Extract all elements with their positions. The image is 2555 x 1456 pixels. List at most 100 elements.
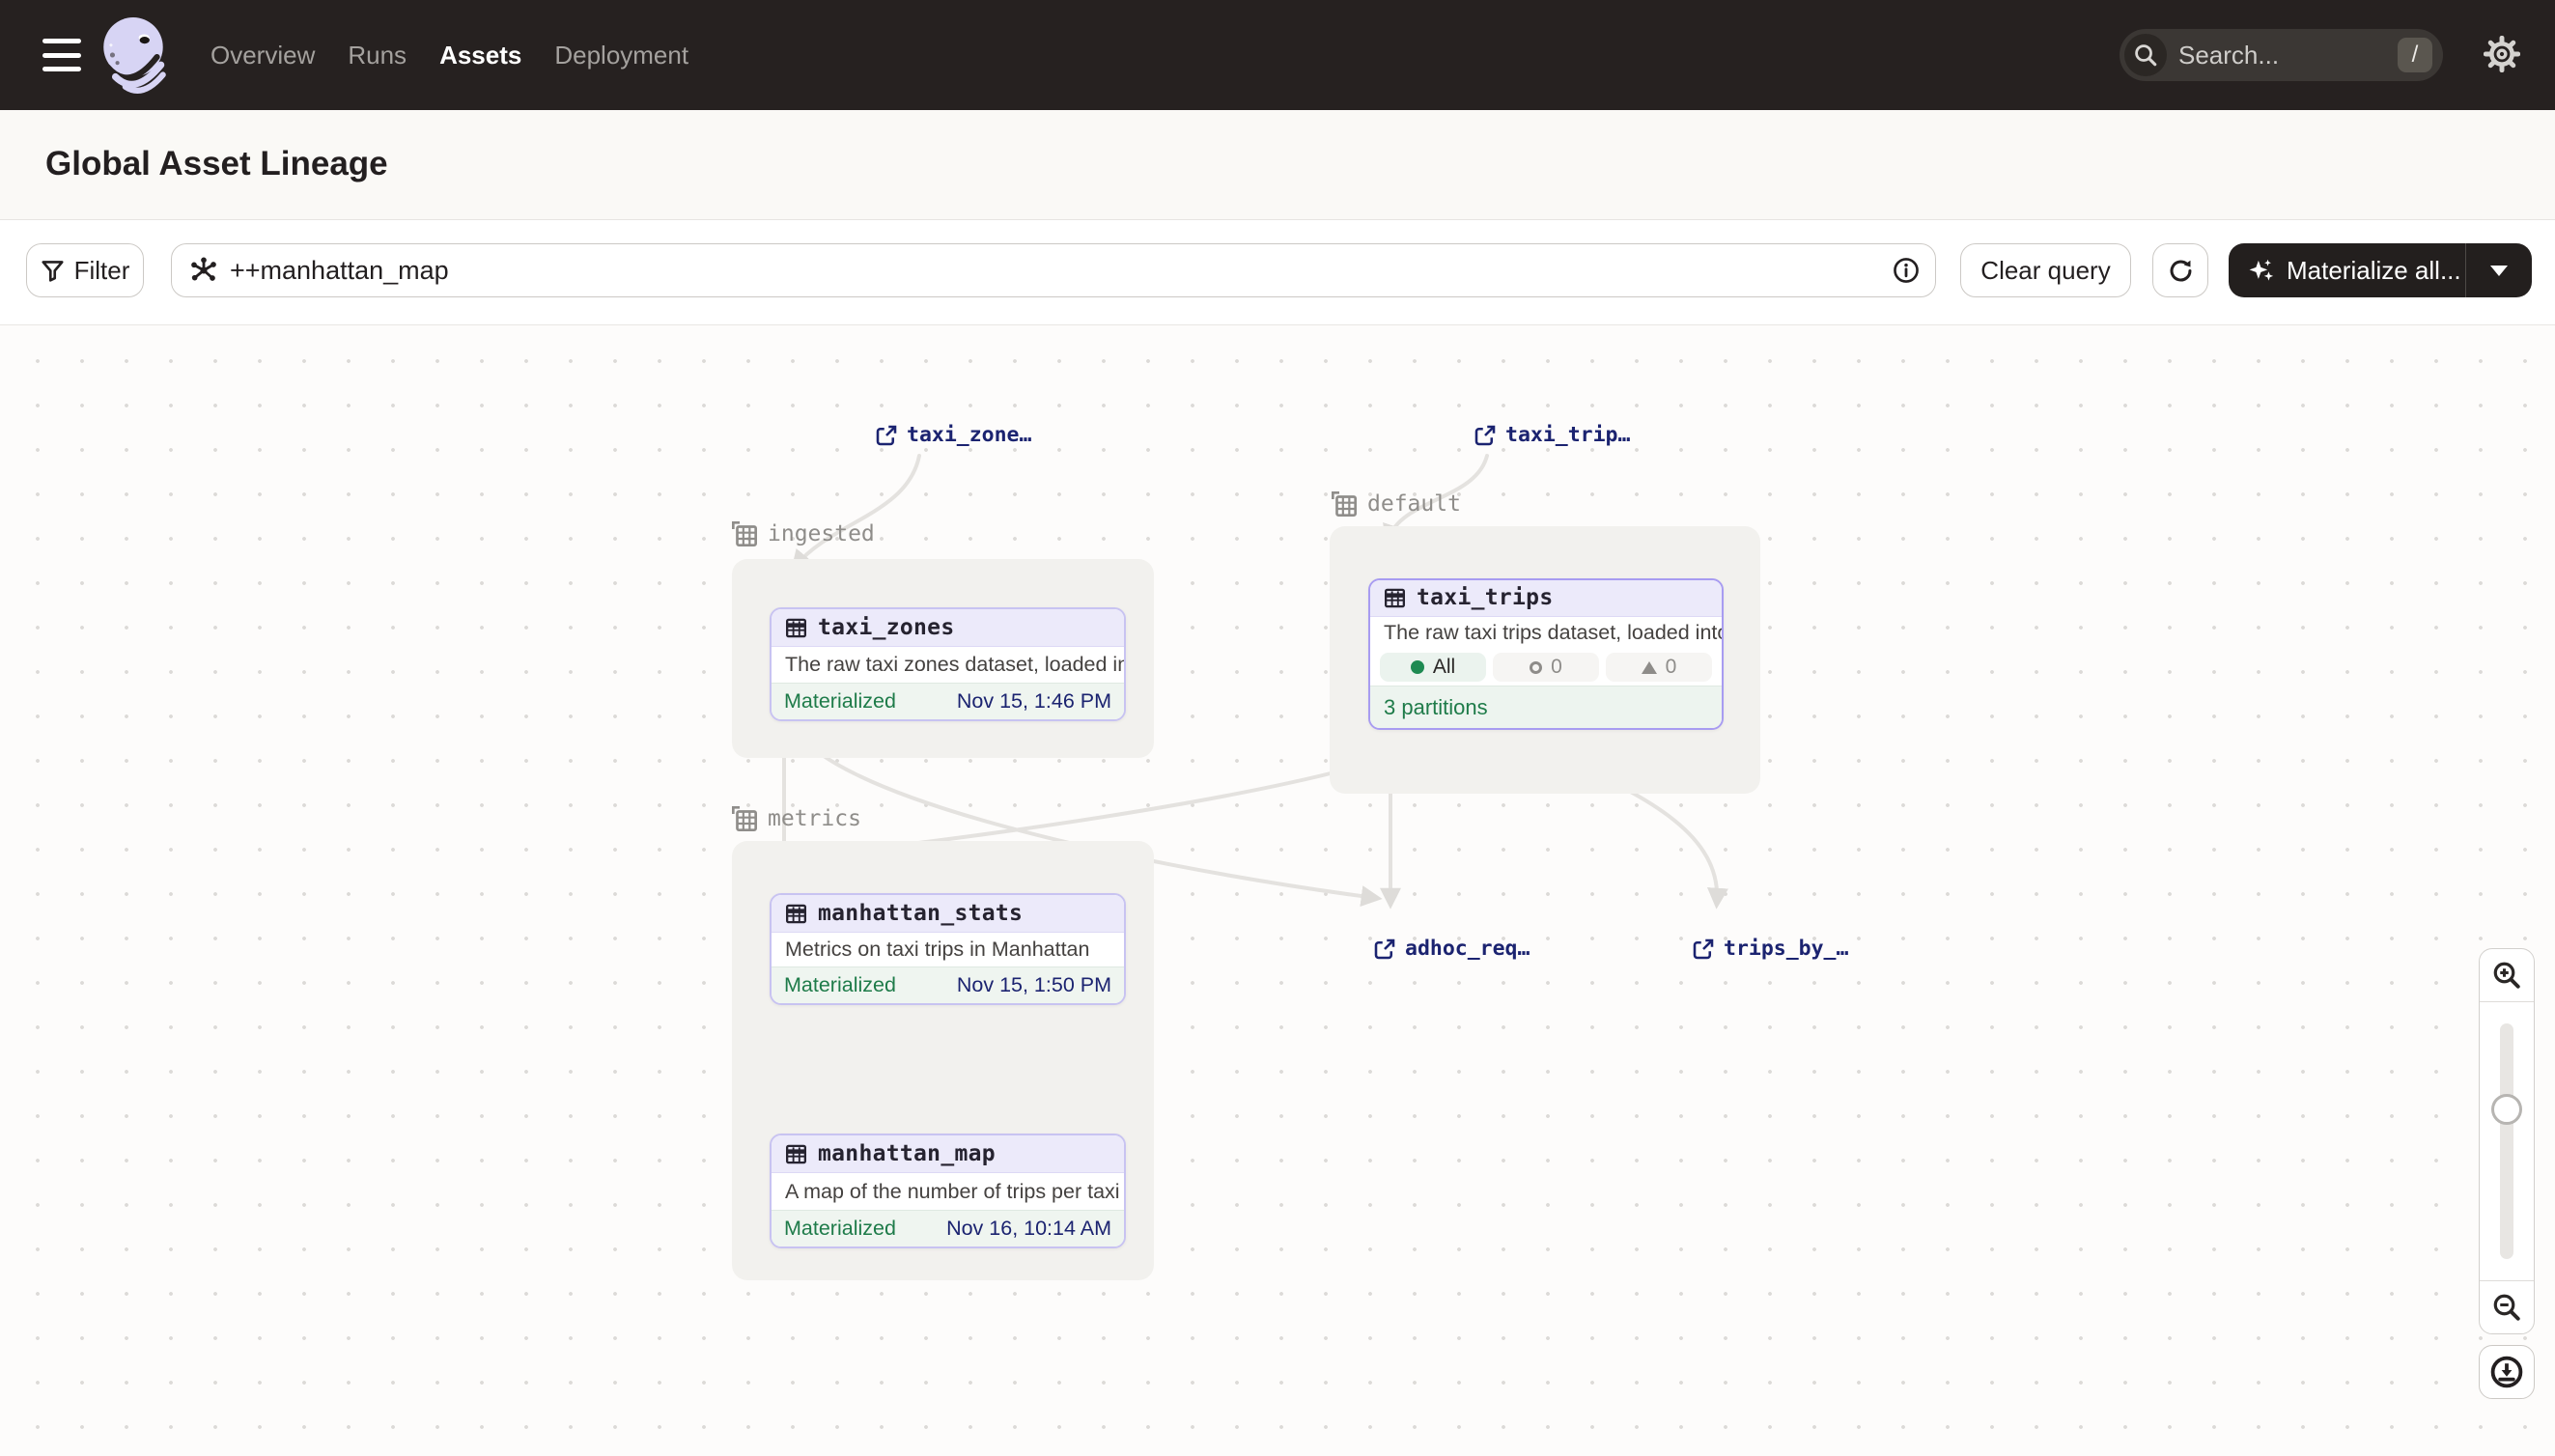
table-icon xyxy=(785,903,807,925)
asset-status-footer: Materialized Nov 16, 10:14 AM xyxy=(772,1210,1124,1246)
external-link-icon xyxy=(875,424,898,447)
asset-node-manhattan-stats[interactable]: manhattan_stats Metrics on taxi trips in… xyxy=(770,893,1126,1005)
external-link-icon xyxy=(1373,938,1396,961)
asset-node-taxi-trips[interactable]: taxi_trips The raw taxi trips dataset, l… xyxy=(1368,578,1724,730)
external-asset-taxi-zone[interactable]: taxi_zone… xyxy=(875,423,1031,447)
external-asset-taxi-trip[interactable]: taxi_trip… xyxy=(1474,423,1630,447)
partitions-missing-pill[interactable]: 0 xyxy=(1606,653,1712,682)
external-asset-adhoc-req[interactable]: adhoc_req… xyxy=(1373,937,1530,961)
recenter-view-button[interactable] xyxy=(2479,1345,2535,1399)
asset-description: Metrics on taxi trips in Manhattan xyxy=(772,933,1124,966)
materialize-options-dropdown[interactable] xyxy=(2466,266,2532,276)
partitions-materialized-pill[interactable]: All xyxy=(1380,653,1486,682)
group-label-metrics[interactable]: metrics xyxy=(730,804,861,833)
materialized-timestamp[interactable]: Nov 15, 1:46 PM xyxy=(957,689,1111,714)
asset-description: The raw taxi trips dataset, loaded into … xyxy=(1370,617,1722,649)
partitions-all-label: All xyxy=(1433,656,1455,679)
global-search[interactable]: / xyxy=(2120,29,2443,81)
refresh-icon xyxy=(2168,258,2194,284)
asset-description: A map of the number of trips per taxi z.… xyxy=(772,1173,1124,1210)
group-table-icon xyxy=(730,804,759,833)
external-asset-name: trips_by_… xyxy=(1724,937,1848,961)
center-download-icon xyxy=(2489,1355,2524,1389)
group-table-icon xyxy=(730,519,759,548)
materialize-all-label: Materialize all... xyxy=(2287,256,2461,286)
partitions-missing-count: 0 xyxy=(1666,656,1677,679)
filter-button[interactable]: Filter xyxy=(26,243,144,297)
external-asset-trips-by[interactable]: trips_by_… xyxy=(1692,937,1848,961)
chevron-down-icon xyxy=(2490,266,2508,276)
failed-ring-icon xyxy=(1530,661,1542,674)
search-shortcut-badge: / xyxy=(2398,38,2432,72)
external-asset-name: adhoc_req… xyxy=(1405,937,1530,961)
asset-node-header: taxi_trips xyxy=(1370,580,1722,617)
zoom-out-icon xyxy=(2491,1292,2522,1323)
refresh-graph-button[interactable] xyxy=(2152,243,2208,297)
table-icon xyxy=(785,1143,807,1165)
partitions-failed-count: 0 xyxy=(1551,656,1562,679)
asset-node-manhattan-map[interactable]: manhattan_map A map of the number of tri… xyxy=(770,1134,1126,1248)
group-table-icon xyxy=(1330,490,1359,518)
nav-item-assets[interactable]: Assets xyxy=(439,41,521,70)
materialized-status: Materialized xyxy=(784,973,896,997)
nav-item-runs[interactable]: Runs xyxy=(348,41,407,70)
materialize-all-button[interactable]: Materialize all... xyxy=(2229,256,2465,286)
partition-health-row: All 0 0 xyxy=(1370,649,1722,686)
asset-node-taxi-zones[interactable]: taxi_zones The raw taxi zones dataset, l… xyxy=(770,607,1126,721)
asset-node-header: manhattan_stats xyxy=(772,895,1124,933)
zoom-in-icon xyxy=(2491,960,2522,991)
missing-triangle-icon xyxy=(1642,661,1657,674)
asset-name: manhattan_stats xyxy=(818,901,1023,926)
dagster-logo-icon[interactable] xyxy=(99,15,169,101)
external-link-icon xyxy=(1692,938,1715,961)
partitions-failed-pill[interactable]: 0 xyxy=(1493,653,1599,682)
group-label-default[interactable]: default xyxy=(1330,490,1461,518)
asset-node-header: manhattan_map xyxy=(772,1135,1124,1173)
lineage-toolbar: Filter Clear query xyxy=(0,220,2555,325)
group-name: ingested xyxy=(768,521,875,546)
primary-nav: Overview Runs Assets Deployment xyxy=(211,0,688,110)
clear-query-button[interactable]: Clear query xyxy=(1960,243,2131,297)
asset-node-header: taxi_zones xyxy=(772,609,1124,647)
page-header: Global Asset Lineage Reload definitions xyxy=(0,110,2555,220)
nav-item-overview[interactable]: Overview xyxy=(211,41,315,70)
asset-name: manhattan_map xyxy=(818,1141,996,1166)
menu-icon[interactable] xyxy=(42,39,81,71)
page-title: Global Asset Lineage xyxy=(45,145,388,183)
materialize-all-split-button[interactable]: Materialize all... xyxy=(2229,243,2532,297)
settings-gear-icon[interactable] xyxy=(2484,36,2520,77)
top-navigation-bar: Overview Runs Assets Deployment / xyxy=(0,0,2555,110)
nav-item-deployment[interactable]: Deployment xyxy=(554,41,688,70)
asset-name: taxi_zones xyxy=(818,615,954,640)
materialized-timestamp[interactable]: Nov 15, 1:50 PM xyxy=(957,973,1111,997)
zoom-slider-track[interactable] xyxy=(2500,1023,2513,1259)
asset-description: The raw taxi zones dataset, loaded int..… xyxy=(772,647,1124,683)
partitions-footer[interactable]: 3 partitions xyxy=(1370,686,1722,728)
search-input[interactable] xyxy=(2178,41,2398,70)
clear-query-label: Clear query xyxy=(1980,256,2110,286)
asset-selection-input-wrap xyxy=(171,243,1936,297)
table-icon xyxy=(1384,587,1406,609)
external-asset-name: taxi_zone… xyxy=(907,423,1031,447)
asset-status-footer: Materialized Nov 15, 1:50 PM xyxy=(772,966,1124,1003)
zoom-controls xyxy=(2479,948,2535,1334)
graph-query-icon xyxy=(189,256,218,285)
zoom-in-button[interactable] xyxy=(2480,949,2534,1002)
info-icon[interactable] xyxy=(1893,257,1920,284)
filter-label: Filter xyxy=(74,256,130,286)
asset-selection-input[interactable] xyxy=(230,256,1893,286)
group-label-ingested[interactable]: ingested xyxy=(730,519,875,548)
zoom-out-button[interactable] xyxy=(2480,1280,2534,1333)
sparkle-icon xyxy=(2248,257,2275,284)
asset-status-footer: Materialized Nov 15, 1:46 PM xyxy=(772,683,1124,719)
zoom-slider[interactable] xyxy=(2480,1002,2534,1280)
external-asset-name: taxi_trip… xyxy=(1505,423,1630,447)
funnel-icon xyxy=(41,259,65,283)
lineage-canvas[interactable] xyxy=(0,325,2555,1456)
group-name: metrics xyxy=(768,806,861,831)
external-link-icon xyxy=(1474,424,1497,447)
asset-name: taxi_trips xyxy=(1417,585,1553,610)
materialized-timestamp[interactable]: Nov 16, 10:14 AM xyxy=(946,1217,1111,1241)
zoom-slider-thumb[interactable] xyxy=(2491,1094,2522,1125)
group-name: default xyxy=(1367,491,1461,517)
